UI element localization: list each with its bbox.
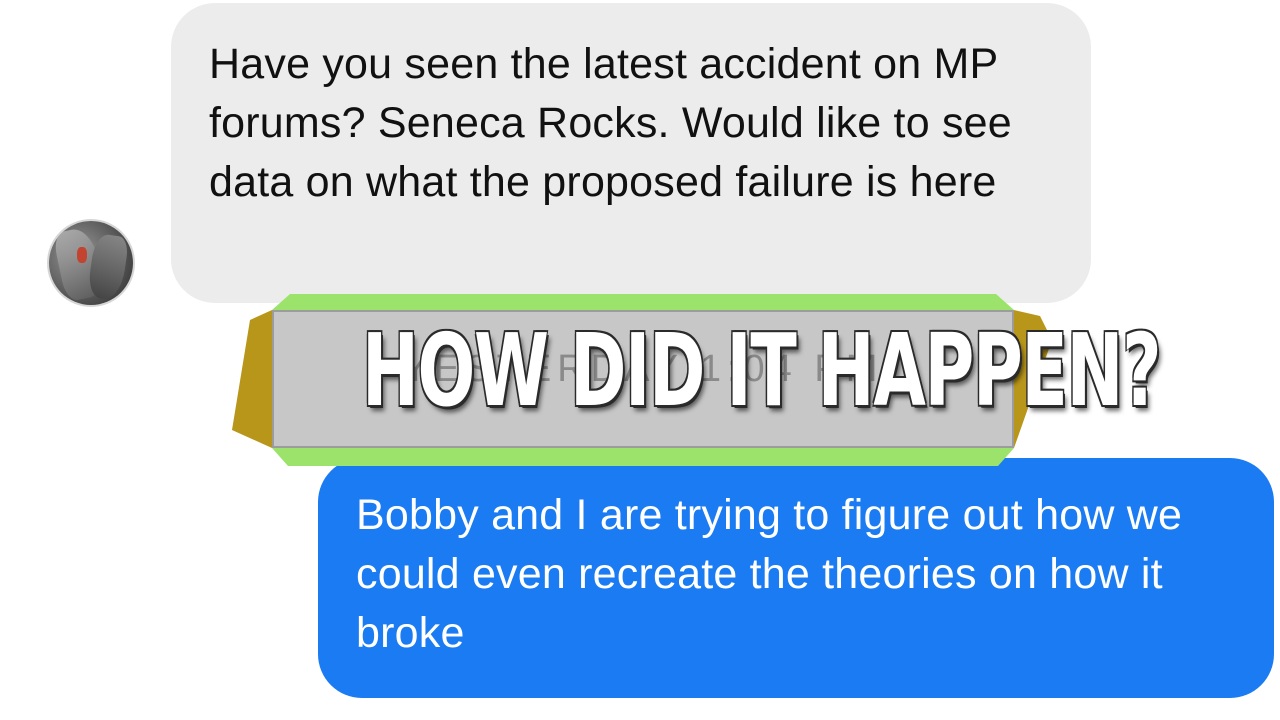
avatar-rock-shape: [86, 232, 130, 302]
banner-green-bottom: [272, 448, 1014, 466]
incoming-message-text: Have you seen the latest accident on MP …: [209, 40, 1012, 206]
headline-banner: YESTERDAY 1:04 PM HOW DID IT HAPPEN?: [230, 290, 1162, 470]
climber-avatar-icon: [77, 247, 87, 263]
banner-gold-left: [232, 310, 272, 448]
chat-thread: Have you seen the latest accident on MP …: [0, 0, 1280, 720]
headline-text: HOW DID IT HAPPEN?: [362, 312, 1162, 429]
contact-avatar[interactable]: [49, 221, 133, 305]
outgoing-message-text: Bobby and I are trying to figure out how…: [356, 491, 1183, 657]
outgoing-message-bubble[interactable]: Bobby and I are trying to figure out how…: [318, 458, 1274, 698]
incoming-message-bubble[interactable]: Have you seen the latest accident on MP …: [171, 3, 1091, 303]
